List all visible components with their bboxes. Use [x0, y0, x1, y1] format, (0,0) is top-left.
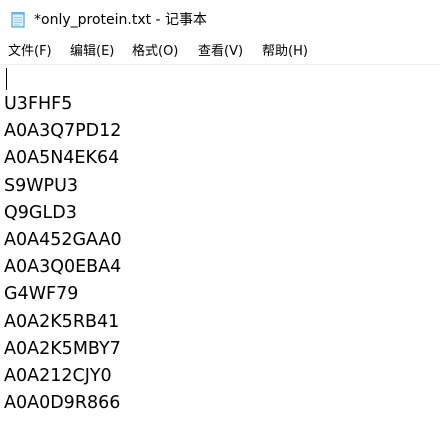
menu-edit[interactable]: 编辑(E) — [70, 43, 114, 61]
text-line: A0A3Q7PD12 — [4, 121, 122, 142]
text-line: A0A5N4EK64 — [4, 148, 120, 169]
menu-format[interactable]: 格式(O) — [132, 43, 178, 61]
menu-help[interactable]: 帮助(H) — [262, 43, 308, 61]
text-line: S9WPU3 — [4, 175, 79, 196]
text-line: A0A2K5MBY7 — [4, 338, 121, 359]
notepad-window: *only_protein.txt - 记事本 文件(F) 编辑(E) 格式(O… — [0, 0, 440, 421]
text-line: A0A3Q0EBA4 — [4, 257, 122, 278]
text-line: G4WF79 — [4, 284, 79, 305]
menu-view[interactable]: 查看(V) — [198, 43, 243, 61]
menu-file[interactable]: 文件(F) — [8, 43, 52, 61]
notepad-icon — [11, 11, 26, 28]
text-lines: U3FHF5 A0A3Q7PD12 A0A5N4EK64 S9WPU3 Q9GL… — [4, 91, 122, 417]
text-line: A0A212CJY0 — [4, 365, 112, 386]
text-line: A0A2K5RB41 — [4, 311, 120, 332]
text-line: A0A452GAA0 — [4, 229, 122, 250]
text-line: U3FHF5 — [4, 94, 73, 114]
text-caret — [6, 68, 7, 90]
text-line: Q9GLD3 — [4, 202, 77, 223]
window-title: *only_protein.txt - 记事本 — [34, 12, 208, 28]
title-bar[interactable]: *only_protein.txt - 记事本 — [0, 0, 440, 39]
menu-bar: 文件(F) 编辑(E) 格式(O) 查看(V) 帮助(H) — [0, 40, 440, 64]
text-editor-area[interactable]: U3FHF5 A0A3Q7PD12 A0A5N4EK64 S9WPU3 Q9GL… — [0, 65, 440, 421]
text-line: A0A0D9R866 — [4, 393, 121, 414]
